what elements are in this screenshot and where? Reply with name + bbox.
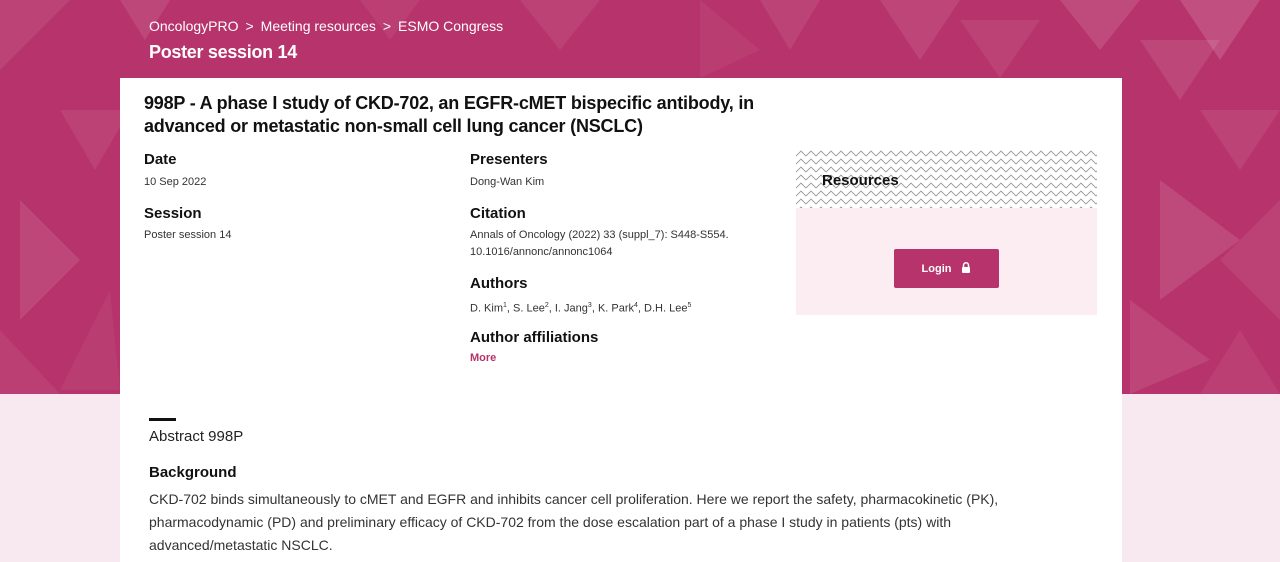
citation-label: Citation bbox=[470, 205, 526, 222]
date-value: 10 Sep 2022 bbox=[144, 176, 207, 188]
author-affiliation-number: 4 bbox=[634, 302, 638, 309]
citation-journal: Annals of Oncology (2022) 33 (suppl_7): … bbox=[470, 229, 729, 241]
abstract-title: 998P - A phase I study of CKD-702, an EG… bbox=[144, 93, 754, 136]
presenters-value: Dong-Wan Kim bbox=[470, 176, 545, 188]
session-label: Session bbox=[144, 205, 202, 222]
resources-title: Resources bbox=[822, 172, 899, 189]
author-name: I. Jang bbox=[554, 302, 588, 315]
author-affiliation-number: 2 bbox=[544, 302, 549, 309]
author-affiliation-number: 5 bbox=[687, 302, 692, 309]
abstract-card: 998P - A phase I study of CKD-702, an EG… bbox=[120, 78, 1122, 562]
breadcrumb-separator: > bbox=[382, 18, 392, 34]
affiliations-more-link[interactable]: More bbox=[470, 352, 496, 364]
login-label: Login bbox=[921, 262, 952, 275]
author-name: K. Park bbox=[597, 302, 635, 315]
authors-label: Authors bbox=[470, 275, 528, 292]
author-name: D. Kim bbox=[470, 302, 503, 315]
presenters-label: Presenters bbox=[470, 151, 548, 168]
date-label: Date bbox=[144, 151, 177, 168]
author-affiliation-number: 3 bbox=[587, 302, 592, 309]
author-name: S. Lee bbox=[513, 302, 545, 315]
breadcrumb-link-oncologypro[interactable]: OncologyPRO bbox=[149, 18, 238, 34]
section-divider bbox=[149, 418, 176, 421]
breadcrumb-link-esmo-congress[interactable]: ESMO Congress bbox=[398, 18, 503, 34]
lock-icon bbox=[961, 261, 971, 276]
session-value: Poster session 14 bbox=[144, 229, 232, 241]
citation-value: Annals of Oncology (2022) 33 (suppl_7): … bbox=[470, 227, 729, 261]
background-text: CKD-702 binds simultaneously to cMET and… bbox=[149, 491, 999, 553]
page-heading: Poster session 14 bbox=[149, 42, 297, 62]
login-button[interactable]: Login bbox=[894, 249, 999, 288]
breadcrumb: OncologyPRO > Meeting resources > ESMO Congr… bbox=[149, 18, 503, 34]
authors-list: D. Kim1, S. Lee2, I. Jang3, K. Park4, D.… bbox=[470, 302, 692, 315]
breadcrumb-separator: > bbox=[245, 18, 254, 34]
citation-doi: 10.1016/annonc/annonc1064 bbox=[470, 246, 613, 258]
abstract-number-heading: Abstract 998P bbox=[149, 428, 244, 445]
breadcrumb-link-meeting-resources[interactable]: Meeting resources bbox=[261, 18, 376, 34]
author-name: D.H. Lee bbox=[644, 302, 688, 315]
background-heading: Background bbox=[149, 464, 237, 481]
resources-panel: Resources Login bbox=[796, 150, 1097, 315]
author-affiliation-number: 1 bbox=[503, 302, 507, 309]
affiliations-label: Author affiliations bbox=[470, 329, 599, 346]
